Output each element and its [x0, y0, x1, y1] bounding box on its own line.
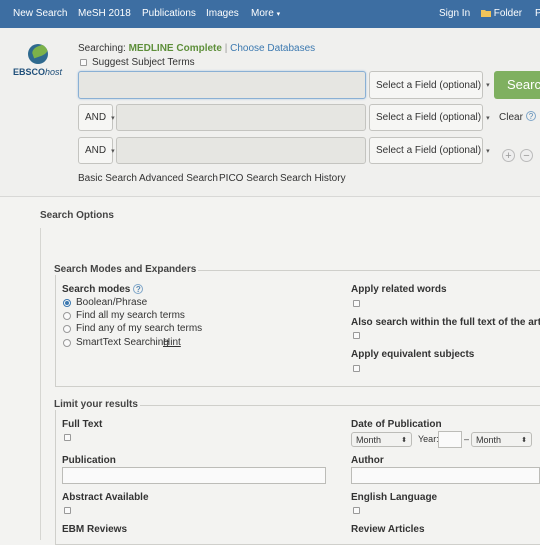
publication-label: Publication: [62, 455, 116, 466]
operator-select-2[interactable]: AND ▾: [78, 104, 115, 131]
date-range-dash: –: [464, 434, 470, 444]
mode-find-any-label: Find any of my search terms: [76, 323, 203, 334]
nav-mesh[interactable]: MeSH 2018: [78, 8, 131, 19]
sign-in-link[interactable]: Sign In: [439, 8, 470, 19]
suggest-subject-terms-checkbox[interactable]: [80, 59, 87, 66]
top-navigation-bar: New Search MeSH 2018 Publications Images…: [0, 0, 540, 28]
operator-select-3[interactable]: AND ▾: [78, 137, 115, 164]
folder-label: Folder: [493, 8, 523, 19]
searching-line: Searching: MEDLINE Complete | Choose Dat…: [78, 43, 316, 54]
pico-search-link[interactable]: PICO Search: [219, 173, 278, 184]
mode-find-all-label: Find all my search terms: [76, 310, 185, 321]
add-row-button[interactable]: +: [502, 149, 515, 162]
help-icon[interactable]: ?: [133, 284, 144, 295]
chevron-down-icon: ▾: [111, 114, 115, 122]
full-text-checkbox[interactable]: [64, 434, 71, 441]
english-language-label: English Language: [351, 492, 438, 503]
start-year-label: Year:: [418, 434, 439, 444]
chevron-down-icon: ▾: [486, 147, 490, 155]
ebm-reviews-label: EBM Reviews: [62, 524, 128, 535]
start-year-input[interactable]: [438, 431, 462, 448]
nav-more-label: More: [251, 8, 274, 19]
end-month-label: Month: [476, 434, 502, 445]
chevron-updown-icon: ⬍: [401, 436, 407, 444]
nav-more[interactable]: More ▾: [251, 8, 280, 19]
mode-smarttext-label: SmartText Searching: [76, 337, 169, 348]
search-modes-section-title: Search Modes and Expanders: [52, 264, 199, 275]
logo-globe-icon: [28, 44, 48, 64]
preferences-link[interactable]: P: [535, 8, 540, 19]
searching-label: Searching:: [78, 43, 126, 54]
date-of-publication-label: Date of Publication: [351, 419, 442, 430]
nav-new-search[interactable]: New Search: [13, 8, 67, 19]
apply-equivalent-subjects-checkbox[interactable]: [353, 365, 360, 372]
chevron-down-icon: ▾: [111, 147, 115, 155]
search-input-1[interactable]: [78, 71, 366, 99]
clear-link[interactable]: Clear: [499, 112, 523, 123]
logo-text-host: host: [45, 67, 63, 77]
mode-smarttext-radio[interactable]: [63, 339, 71, 347]
also-search-fulltext-label: Also search within the full text of the …: [351, 317, 540, 328]
field-select-2-label: Select a Field (optional): [376, 112, 482, 123]
search-options-title: Search Options: [40, 210, 114, 221]
logo-text-ebsco: EBSCO: [13, 67, 46, 77]
start-month-select[interactable]: Month ⬍: [351, 432, 412, 447]
folder-icon: [481, 10, 491, 17]
mode-find-any-radio[interactable]: [63, 325, 71, 333]
field-select-2[interactable]: Select a Field (optional) ▾: [369, 104, 490, 131]
english-language-checkbox[interactable]: [353, 507, 360, 514]
nav-images[interactable]: Images: [206, 8, 239, 19]
chevron-down-icon: ▾: [486, 114, 490, 122]
search-input-2[interactable]: [116, 104, 366, 131]
search-modes-label: Search modes?: [62, 284, 144, 295]
advanced-search-link[interactable]: Advanced Search: [139, 173, 218, 184]
database-name: MEDLINE Complete: [128, 43, 222, 54]
abstract-available-label: Abstract Available: [62, 492, 149, 503]
field-select-1-label: Select a Field (optional): [376, 79, 482, 91]
chevron-updown-icon: ⬍: [521, 436, 527, 444]
chevron-down-icon: ▾: [486, 82, 490, 89]
hint-link[interactable]: Hint: [163, 337, 181, 348]
apply-equivalent-subjects-label: Apply equivalent subjects: [351, 349, 475, 360]
mode-boolean-radio[interactable]: [63, 299, 71, 307]
basic-search-link[interactable]: Basic Search: [78, 173, 137, 184]
start-month-label: Month: [356, 434, 382, 445]
end-month-select[interactable]: Month ⬍: [471, 432, 532, 447]
remove-row-button[interactable]: −: [520, 149, 533, 162]
chevron-down-icon: ▾: [276, 11, 281, 18]
author-label: Author: [351, 455, 384, 466]
field-select-3[interactable]: Select a Field (optional) ▾: [369, 137, 490, 164]
search-modes-label-text: Search modes: [62, 284, 131, 295]
logo-text: EBSCOhost: [13, 67, 62, 77]
abstract-available-checkbox[interactable]: [64, 507, 71, 514]
apply-related-words-label: Apply related words: [351, 284, 447, 295]
apply-related-words-checkbox[interactable]: [353, 300, 360, 307]
mode-boolean-label: Boolean/Phrase: [76, 297, 148, 308]
limit-results-section-title: Limit your results: [52, 399, 140, 410]
search-input-3[interactable]: [116, 137, 366, 164]
search-button[interactable]: Searc: [494, 71, 540, 99]
author-input[interactable]: [351, 467, 540, 484]
mode-find-all-radio[interactable]: [63, 312, 71, 320]
search-history-link[interactable]: Search History: [280, 173, 346, 184]
folder-link[interactable]: Folder: [481, 8, 522, 19]
options-divider: [40, 228, 41, 540]
operator-select-3-label: AND: [85, 145, 107, 156]
field-select-1[interactable]: Select a Field (optional) ▾: [369, 71, 490, 99]
review-articles-label: Review Articles: [351, 524, 425, 535]
nav-publications[interactable]: Publications: [142, 8, 196, 19]
operator-select-2-label: AND: [85, 112, 107, 123]
choose-databases-link[interactable]: Choose Databases: [230, 43, 315, 54]
field-select-3-label: Select a Field (optional): [376, 145, 482, 156]
suggest-subject-terms-label: Suggest Subject Terms: [92, 57, 195, 68]
publication-input[interactable]: [62, 467, 326, 484]
help-icon[interactable]: ?: [526, 111, 536, 121]
full-text-label: Full Text: [62, 419, 103, 430]
also-search-fulltext-checkbox[interactable]: [353, 332, 360, 339]
